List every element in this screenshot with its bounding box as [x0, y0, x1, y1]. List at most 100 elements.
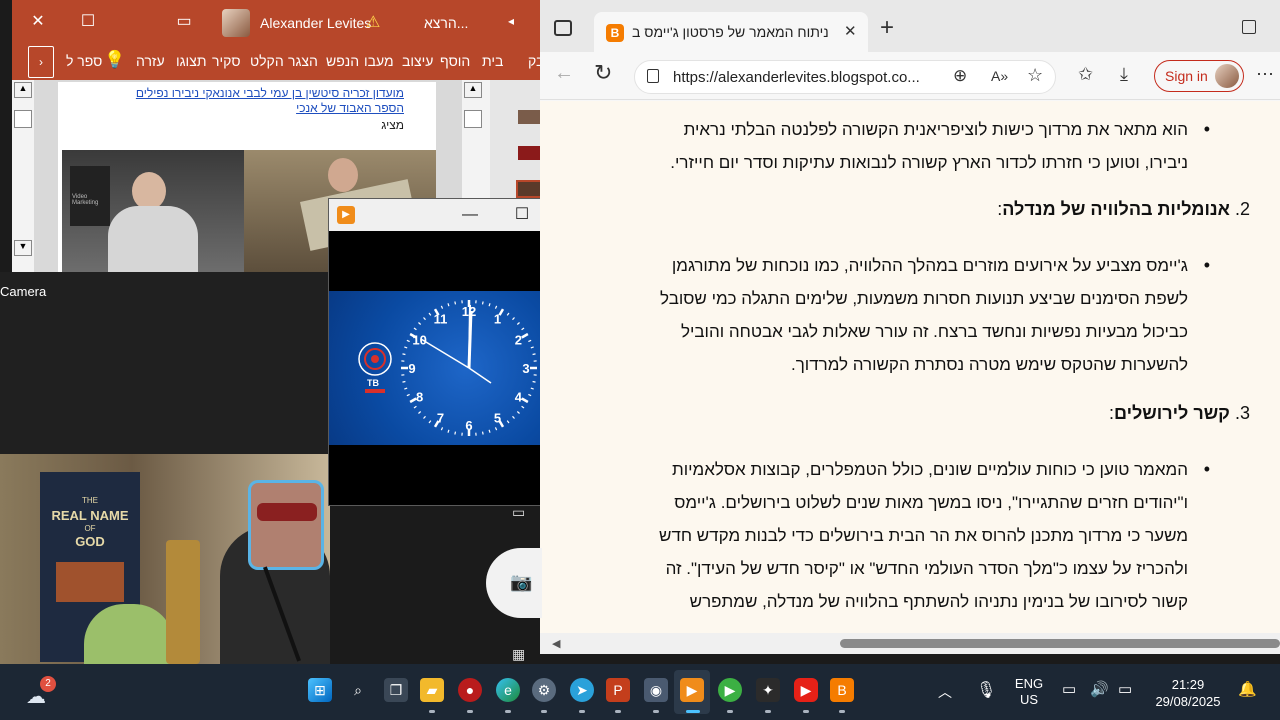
favorite-star-icon[interactable]: ☆ — [1027, 65, 1043, 86]
tab-transitions[interactable]: מעבו — [364, 53, 394, 69]
maximize-icon[interactable]: ☐ — [507, 203, 537, 227]
volume-icon[interactable]: 🔊 — [1090, 680, 1109, 698]
lock-icon[interactable] — [647, 69, 659, 83]
tab-book[interactable]: ספר ל — [66, 53, 102, 69]
tab-home[interactable]: בית — [482, 53, 503, 69]
scroll-thumb[interactable] — [14, 110, 32, 128]
weather-widget[interactable]: ☁ 2 — [24, 676, 56, 708]
network-icon[interactable]: ▭ — [1062, 680, 1076, 698]
tab-help[interactable]: עזרה — [136, 53, 165, 69]
notifications-bell-icon[interactable]: 🔔 — [1238, 680, 1257, 698]
camera-shutter-icon[interactable]: 📷 — [510, 572, 532, 593]
close-tab-icon[interactable]: ✕ — [844, 22, 857, 40]
video-mode-icon[interactable]: ▭ — [512, 504, 525, 521]
zoom-icon[interactable]: ⊕ — [953, 66, 967, 86]
tab-review[interactable]: סקיר — [212, 53, 241, 69]
scroll-up-icon[interactable]: ▲ — [14, 82, 32, 98]
avatar[interactable] — [222, 9, 250, 37]
slide-thumbnail[interactable] — [518, 146, 540, 160]
paragraph-2: ג'יימס מצביע על אירועים מוזרים במהלך ההל… — [588, 249, 1210, 381]
media-player-icon[interactable]: ▶ — [680, 678, 704, 702]
book-title-line1: THE — [82, 496, 98, 505]
scroll-up-icon[interactable]: ▲ — [464, 82, 482, 98]
warning-icon[interactable]: ⚠ — [366, 12, 380, 32]
tab-insert[interactable]: הוסף — [440, 53, 470, 69]
url-text[interactable]: https://alexanderlevites.blogspot.co... — [673, 69, 920, 86]
play-app-icon[interactable]: ▶ — [718, 678, 742, 702]
clock-minor-tick — [532, 380, 536, 383]
task-view-icon[interactable]: ❐ — [384, 678, 408, 702]
language-switcher[interactable]: ENG US — [1012, 676, 1046, 708]
address-bar[interactable]: https://alexanderlevites.blogspot.co... … — [634, 60, 1056, 94]
clock-minor-tick — [528, 339, 532, 343]
scroll-thumb[interactable] — [464, 110, 482, 128]
slide-thumbnail[interactable] — [518, 110, 540, 124]
p2-line1: ג'יימס מצביע על אירועים מוזרים במהלך ההל… — [671, 256, 1188, 275]
file-explorer-icon[interactable]: ▰ — [420, 678, 444, 702]
ppt-caption-arrows-icon[interactable]: ◂ — [508, 14, 514, 28]
book-emblem — [56, 562, 124, 602]
clock-minor-tick — [521, 327, 525, 331]
clock-minor-tick — [404, 346, 408, 349]
favorites-icon[interactable]: ✩ — [1078, 64, 1093, 85]
search-icon[interactable]: ⌕ — [346, 678, 370, 702]
slide-thumbnail-selected[interactable] — [516, 180, 542, 198]
p3-line5: קשור לסירובו של בנימין נתניהו להשתתף בהל… — [689, 592, 1188, 611]
refresh-icon[interactable]: ↻ — [594, 60, 612, 86]
clock-minor-tick — [530, 346, 534, 349]
ppt-left-scrollbar[interactable]: ▲ ▼ — [12, 80, 34, 272]
running-indicator — [653, 710, 659, 713]
settings-gear-icon[interactable]: ⚙ — [532, 678, 556, 702]
tab-animations[interactable]: הנפש — [326, 53, 359, 69]
maximize-icon[interactable] — [1242, 20, 1256, 34]
slide-link-line2[interactable]: הספר האבוד של אנכי — [58, 101, 404, 116]
clock[interactable]: 21:29 29/08/2025 — [1152, 676, 1224, 710]
scroll-left-icon[interactable]: ◀ — [552, 637, 560, 650]
new-tab-icon[interactable]: + — [880, 16, 894, 40]
scroll-thumb[interactable] — [840, 639, 1280, 648]
qr-code-icon[interactable]: ▦ — [512, 646, 525, 663]
clock-minor-tick — [402, 353, 406, 356]
edge-icon[interactable]: e — [496, 678, 520, 702]
tab-design[interactable]: עיצוב — [402, 53, 433, 69]
maximize-icon[interactable]: ☐ — [76, 10, 100, 34]
sign-in-button[interactable]: Sign in — [1154, 60, 1244, 92]
tab-slideshow[interactable]: הצגר — [288, 53, 318, 69]
youtube-icon[interactable]: ▶ — [794, 678, 818, 702]
download-icon[interactable]: ⤓ — [1120, 64, 1128, 85]
horizontal-scrollbar[interactable]: ◀ — [540, 633, 1280, 654]
show-hidden-icons-icon[interactable]: ︿ — [938, 682, 952, 702]
slide-link-line1[interactable]: מועדון זכריה סיטשין בן עמי לבבי אנונאקי … — [58, 86, 404, 101]
sparkle-app-icon[interactable]: ✦ — [756, 678, 780, 702]
scroll-down-icon[interactable]: ▼ — [14, 240, 32, 256]
restore-window-icon[interactable]: ▭ — [172, 10, 196, 34]
running-indicator — [541, 710, 547, 713]
battery-icon[interactable]: ▭ — [1118, 680, 1132, 698]
microphone-icon[interactable]: 🎙 — [976, 680, 996, 700]
record-app-icon[interactable]: ● — [458, 678, 482, 702]
tab-actions-icon[interactable] — [554, 20, 572, 36]
minimize-icon[interactable]: — — [455, 203, 485, 227]
more-options-icon[interactable]: ⋯ — [1256, 64, 1274, 85]
running-indicator — [765, 710, 771, 713]
back-icon[interactable]: ← — [554, 62, 574, 85]
ppt-titlebar: ✕ ☐ ▭ Alexander Levites ⚠ ...הרצא ◂ — [12, 0, 552, 44]
start-icon[interactable]: ⊞ — [308, 678, 332, 702]
clock-minor-tick — [516, 322, 520, 325]
blogger-icon[interactable]: B — [830, 678, 854, 702]
tab-view[interactable]: תצוגו — [176, 53, 207, 69]
ribbon-scroll-button[interactable]: › — [28, 46, 54, 78]
lightbulb-icon[interactable]: 💡 — [104, 50, 125, 70]
camera-app-icon[interactable]: ◉ — [644, 678, 668, 702]
telegram-icon[interactable]: ➤ — [570, 678, 594, 702]
clock-numeral: 5 — [494, 410, 501, 425]
read-aloud-icon[interactable]: A» — [991, 68, 1008, 84]
browser-tab-active[interactable]: B ניתוח המאמר של פרסטון ג'יימס ב ✕ — [594, 12, 868, 52]
powerpoint-icon[interactable]: P — [606, 678, 630, 702]
tab-record[interactable]: הקלט — [250, 53, 284, 69]
language-code: ENG — [1014, 676, 1044, 691]
clock-second-hand — [420, 338, 470, 369]
book-title-line3: OF — [84, 524, 96, 533]
close-icon[interactable]: ✕ — [26, 10, 50, 34]
clock-minute-hand — [468, 304, 471, 369]
